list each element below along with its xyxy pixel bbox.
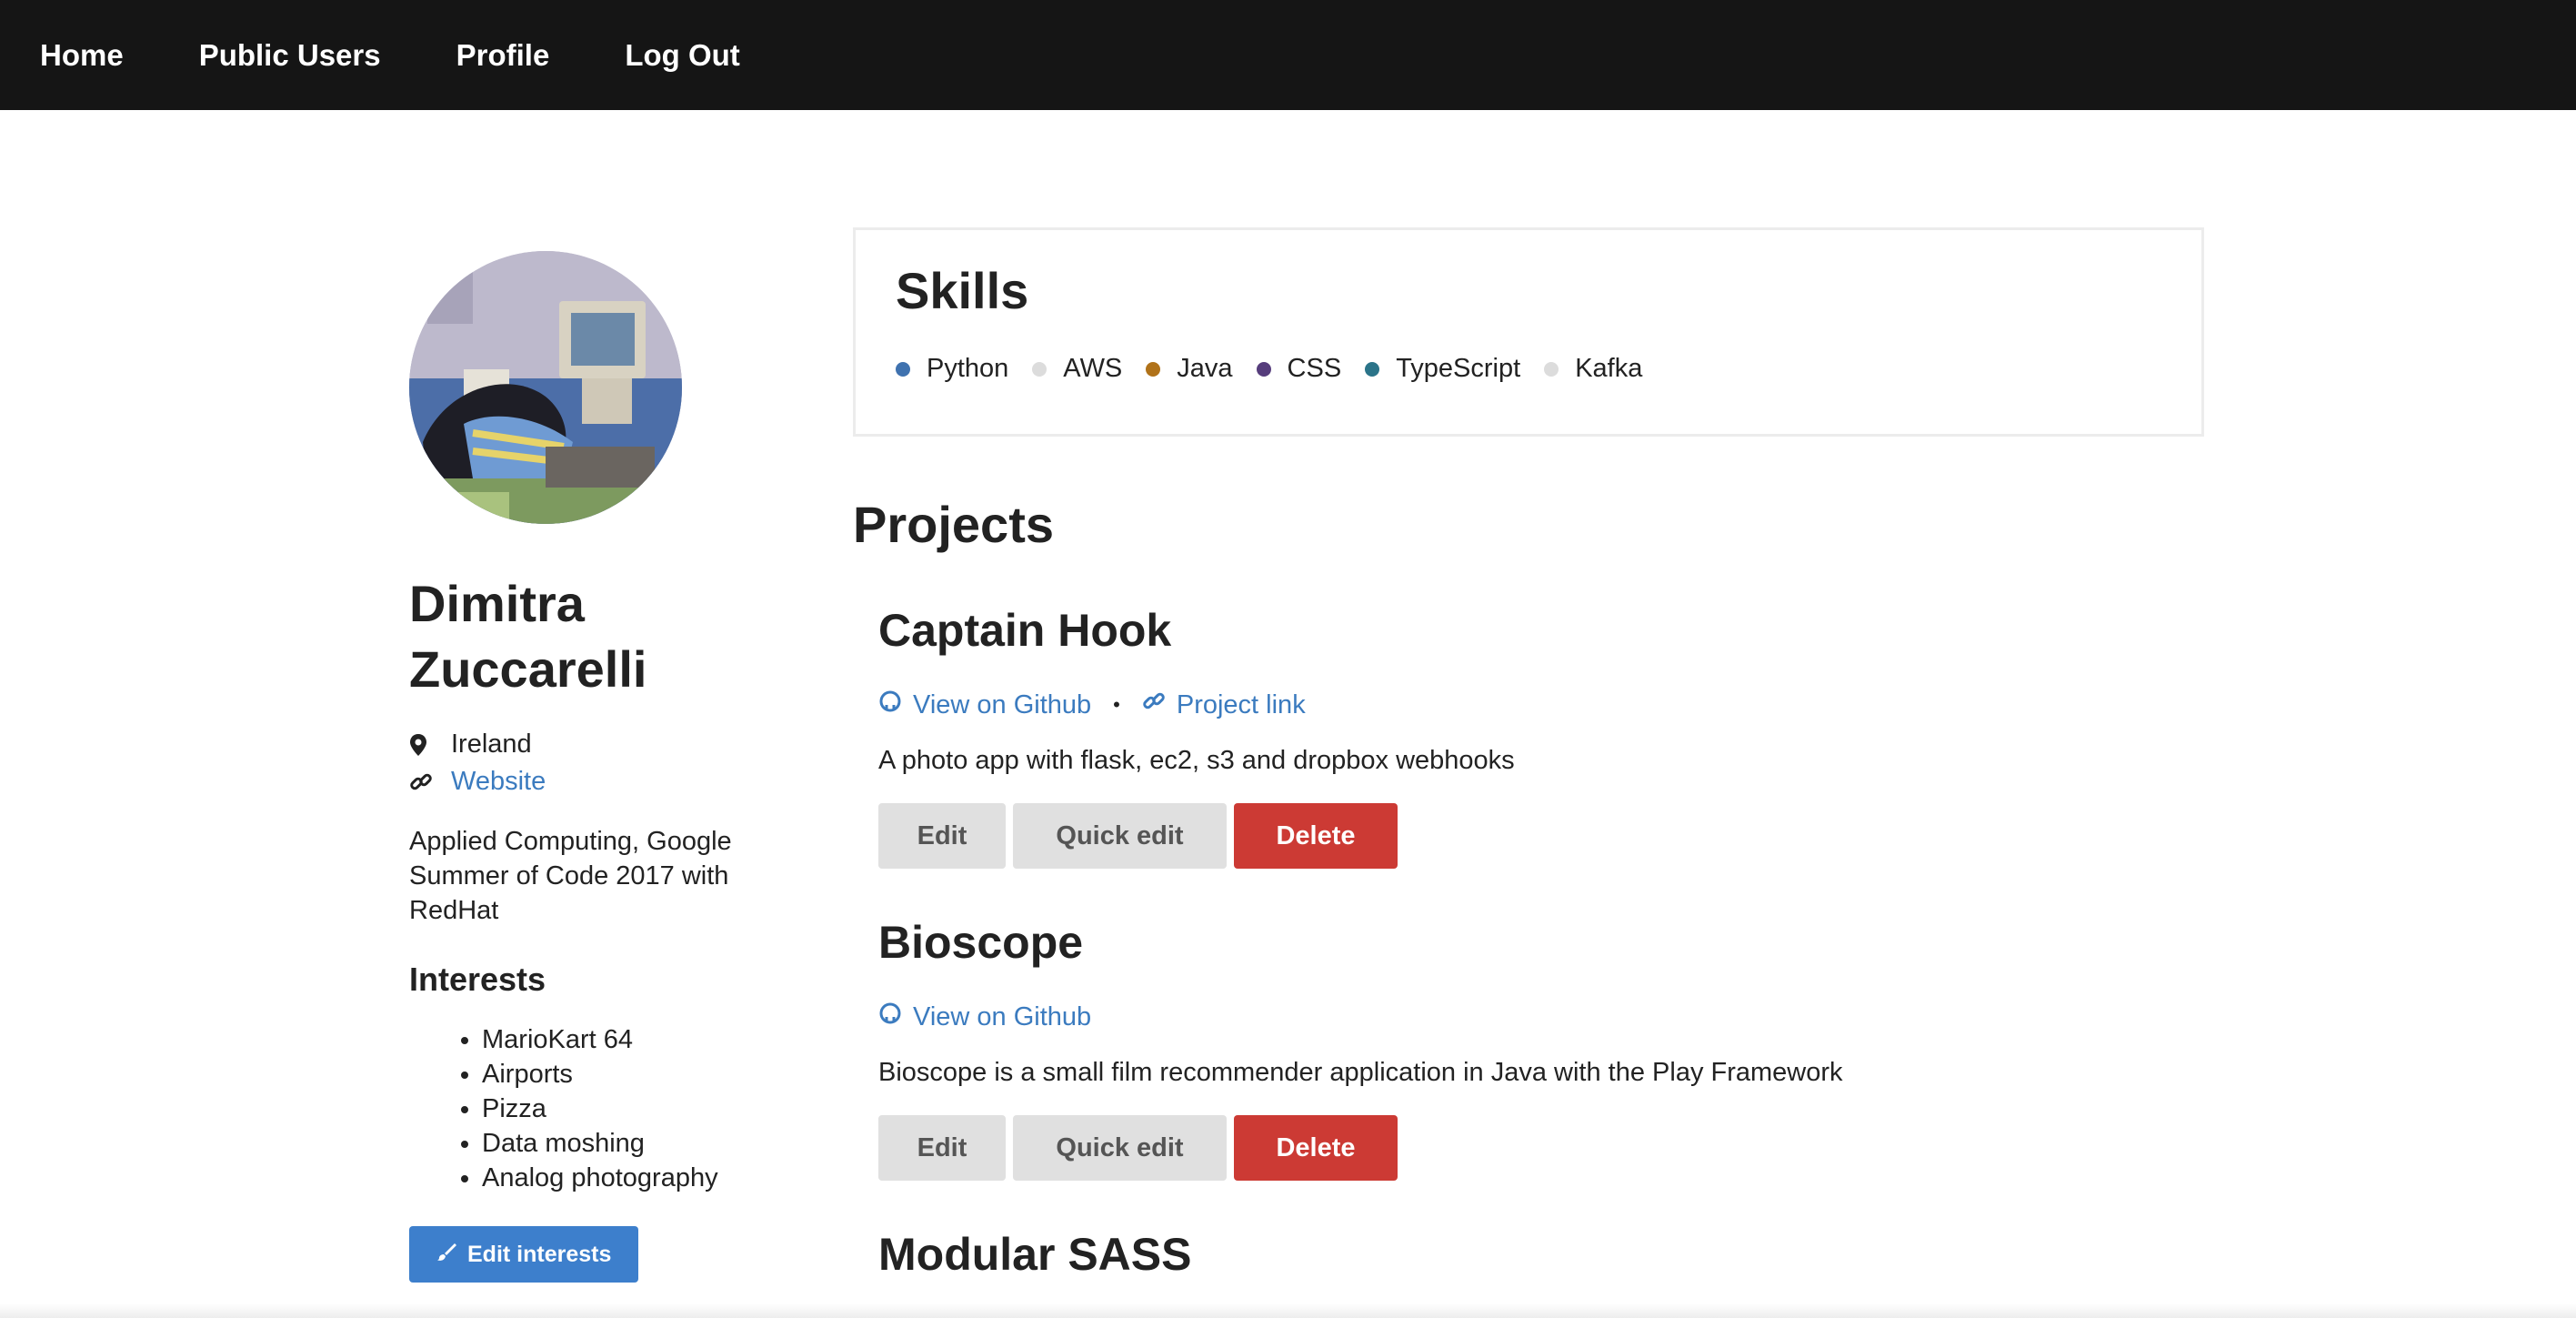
bottom-shadow bbox=[0, 1303, 2576, 1318]
profile-name: Dimitra Zuccarelli bbox=[409, 571, 791, 702]
project-link[interactable]: Project link bbox=[1142, 689, 1306, 720]
github-link[interactable]: View on Github bbox=[878, 689, 1091, 720]
nav-home[interactable]: Home bbox=[40, 38, 124, 73]
profile-sidebar: Dimitra Zuccarelli Ireland Website Appli… bbox=[409, 251, 791, 1283]
delete-button[interactable]: Delete bbox=[1234, 1115, 1398, 1181]
skills-panel: Skills Python AWS Java CSS TypeScript Ka… bbox=[853, 227, 2204, 437]
link-icon bbox=[1142, 689, 1166, 720]
project-links: View on Github • Project link bbox=[878, 689, 2151, 720]
skill-label: Kafka bbox=[1575, 354, 1643, 383]
location-text: Ireland bbox=[451, 729, 532, 759]
profile-name-first: Dimitra bbox=[409, 575, 585, 632]
profile-bio: Applied Computing, Google Summer of Code… bbox=[409, 827, 732, 925]
quick-edit-button[interactable]: Quick edit bbox=[1013, 803, 1227, 869]
skill-label: TypeScript bbox=[1396, 354, 1521, 383]
interest-item: Data moshing bbox=[482, 1126, 791, 1161]
map-pin-icon bbox=[409, 733, 451, 757]
interest-item: Airports bbox=[482, 1057, 791, 1092]
project-card: Captain Hook View on Github • Project li… bbox=[878, 604, 2151, 869]
interests-list: MarioKart 64 Airports Pizza Data moshing… bbox=[409, 1022, 791, 1195]
language-color-dot bbox=[1032, 361, 1047, 377]
skills-list: Python AWS Java CSS TypeScript Kafka bbox=[896, 354, 1666, 384]
github-link-label: View on Github bbox=[913, 1001, 1092, 1031]
interests-heading: Interests bbox=[409, 961, 546, 998]
skill-aws: AWS bbox=[1032, 354, 1122, 384]
profile-name-last: Zuccarelli bbox=[409, 640, 647, 698]
website-link[interactable]: Website bbox=[451, 767, 546, 797]
nav-profile[interactable]: Profile bbox=[456, 38, 550, 73]
skill-kafka: Kafka bbox=[1544, 354, 1642, 384]
location-row: Ireland bbox=[409, 729, 791, 760]
project-card: Bioscope View on Github Bioscope is a sm… bbox=[878, 916, 2151, 1181]
nav-public-users[interactable]: Public Users bbox=[199, 38, 381, 73]
project-actions: Edit Quick edit Delete bbox=[878, 1115, 2151, 1181]
top-nav: Home Public Users Profile Log Out bbox=[0, 0, 2576, 110]
projects-heading: Projects bbox=[853, 496, 1054, 553]
delete-button[interactable]: Delete bbox=[1234, 803, 1398, 869]
paintbrush-icon bbox=[436, 1242, 456, 1268]
project-actions: Edit Quick edit Delete bbox=[878, 803, 2151, 869]
github-link[interactable]: View on Github bbox=[878, 1001, 1091, 1032]
skill-java: Java bbox=[1146, 354, 1233, 384]
skills-heading: Skills bbox=[896, 262, 1029, 319]
github-icon bbox=[878, 1001, 902, 1032]
project-title: Captain Hook bbox=[878, 605, 1172, 656]
interest-item: Pizza bbox=[482, 1092, 791, 1126]
avatar-illustration bbox=[409, 251, 682, 524]
website-row: Website bbox=[409, 767, 791, 797]
quick-edit-button[interactable]: Quick edit bbox=[1013, 1115, 1227, 1181]
project-description: A photo app with flask, ec2, s3 and drop… bbox=[878, 746, 1515, 775]
link-icon bbox=[409, 770, 451, 794]
project-links: View on Github bbox=[878, 1001, 2151, 1032]
interest-item: MarioKart 64 bbox=[482, 1022, 791, 1057]
github-icon bbox=[878, 689, 902, 720]
skill-label: Java bbox=[1177, 354, 1233, 383]
skill-typescript: TypeScript bbox=[1365, 354, 1520, 384]
nav-log-out[interactable]: Log Out bbox=[625, 38, 739, 73]
interest-item: Analog photography bbox=[482, 1161, 791, 1195]
edit-interests-label: Edit interests bbox=[467, 1241, 612, 1267]
skill-python: Python bbox=[896, 354, 1008, 384]
project-title: Bioscope bbox=[878, 917, 1084, 968]
project-link-label: Project link bbox=[1176, 689, 1306, 719]
project-card: Modular SASS bbox=[878, 1228, 2151, 1281]
github-link-label: View on Github bbox=[913, 689, 1092, 719]
language-color-dot bbox=[1146, 361, 1161, 377]
skill-label: Python bbox=[927, 354, 1009, 383]
skill-label: AWS bbox=[1063, 354, 1123, 383]
language-color-dot bbox=[896, 361, 910, 377]
language-color-dot bbox=[1256, 361, 1271, 377]
edit-interests-button[interactable]: Edit interests bbox=[409, 1226, 639, 1283]
edit-button[interactable]: Edit bbox=[878, 803, 1006, 869]
avatar bbox=[409, 251, 682, 524]
language-color-dot bbox=[1365, 361, 1380, 377]
skill-css: CSS bbox=[1256, 354, 1342, 384]
project-description: Bioscope is a small film recommender app… bbox=[878, 1058, 1843, 1087]
edit-button[interactable]: Edit bbox=[878, 1115, 1006, 1181]
language-color-dot bbox=[1544, 361, 1559, 377]
project-title: Modular SASS bbox=[878, 1229, 1192, 1280]
skill-label: CSS bbox=[1287, 354, 1342, 383]
link-separator: • bbox=[1113, 693, 1120, 716]
